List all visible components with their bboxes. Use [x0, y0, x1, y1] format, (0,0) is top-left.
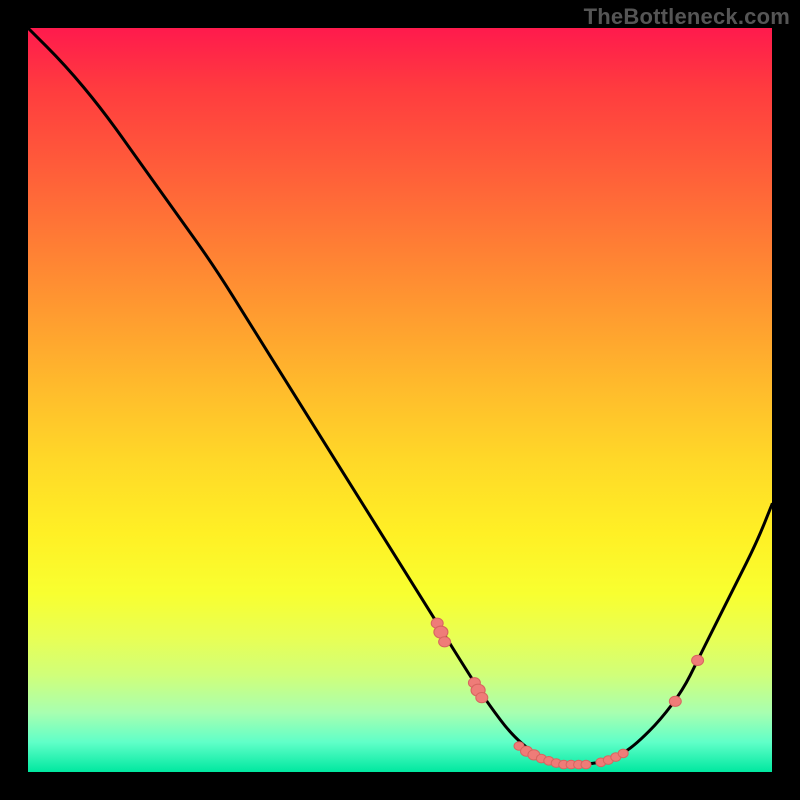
data-marker	[581, 760, 591, 769]
watermark-text: TheBottleneck.com	[584, 4, 790, 30]
data-marker	[669, 696, 681, 706]
data-marker	[692, 655, 704, 665]
data-marker	[618, 749, 628, 758]
chart-svg	[28, 28, 772, 772]
data-marker	[476, 693, 488, 703]
bottleneck-curve	[28, 28, 772, 765]
chart-frame	[28, 28, 772, 772]
data-markers	[431, 618, 703, 769]
data-marker	[439, 637, 451, 647]
